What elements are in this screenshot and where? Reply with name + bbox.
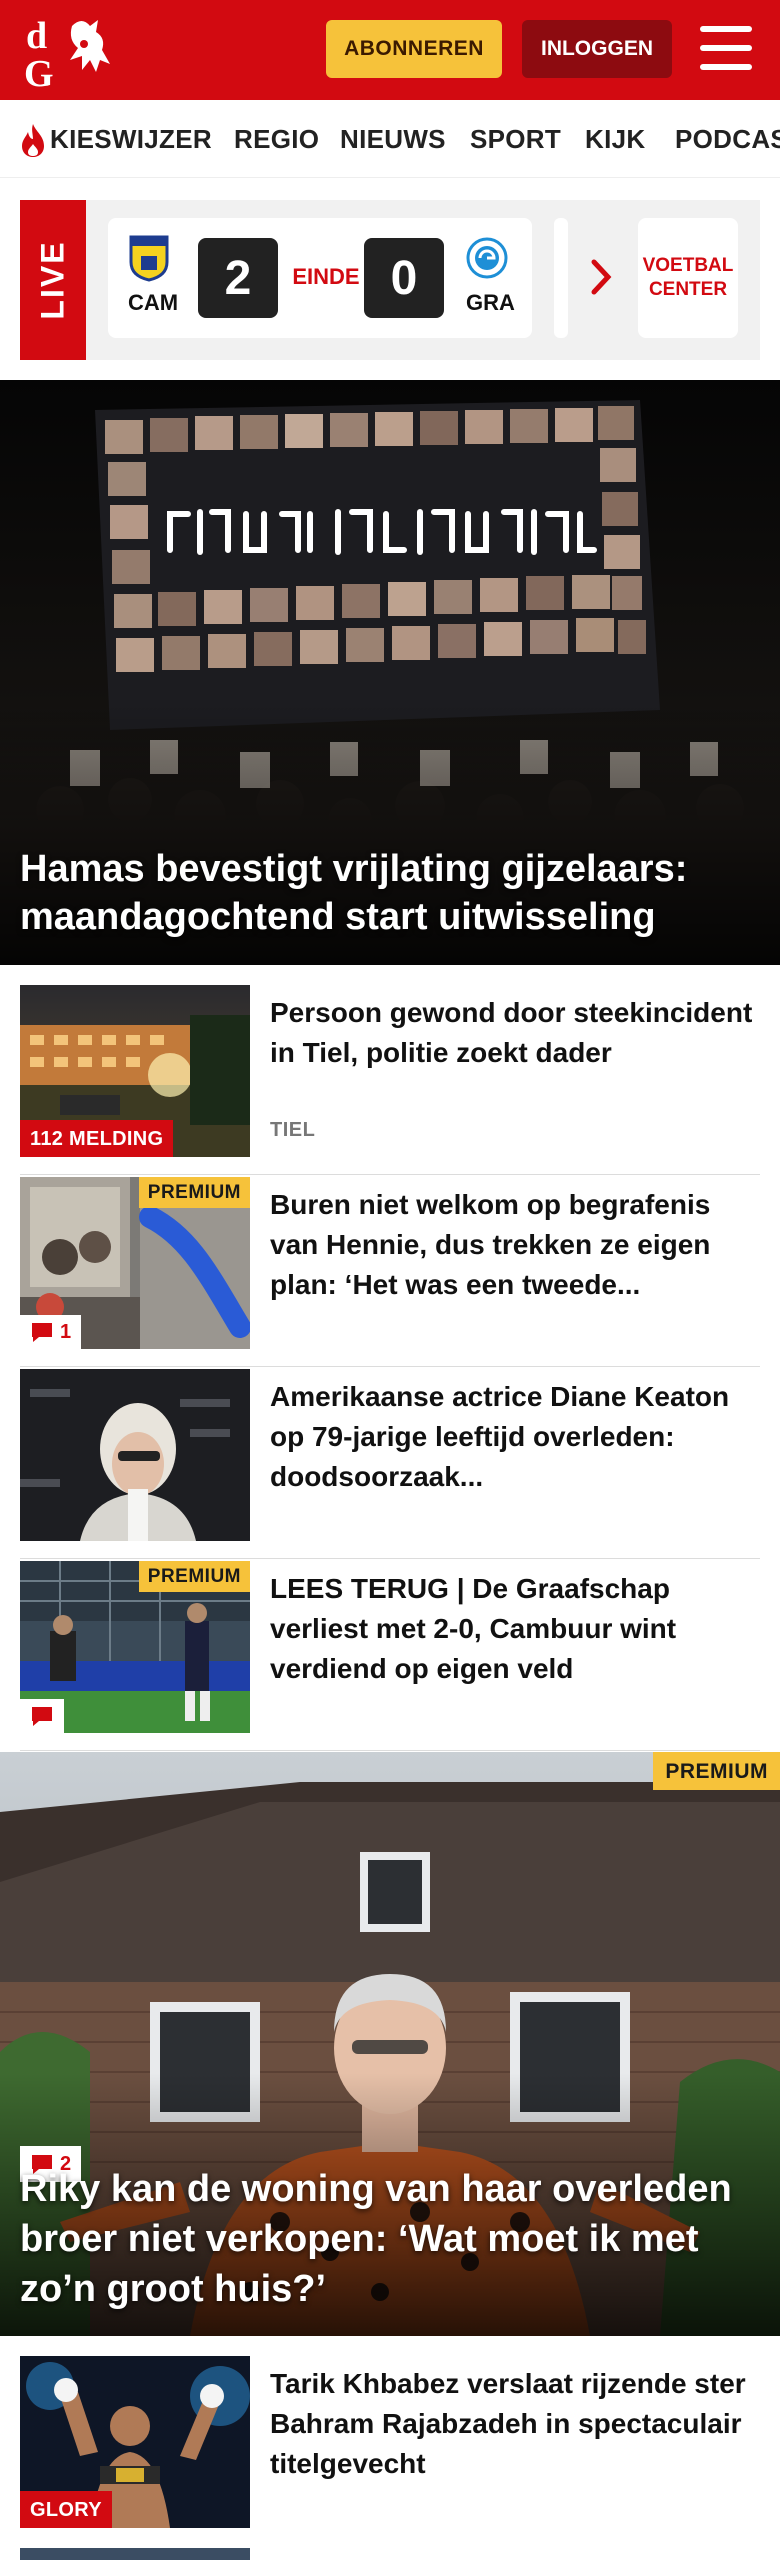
site-logo-icon[interactable]: d G	[22, 14, 118, 90]
article-title[interactable]: Amerikaanse actrice Diane Keaton op 79-j…	[270, 1377, 760, 1497]
svg-text:G: G	[24, 53, 54, 90]
nav-item-kieswijzer[interactable]: KIESWIJZER	[50, 124, 212, 155]
article-item[interactable]: Amerikaanse actrice Diane Keaton op 79-j…	[20, 1369, 760, 1559]
menu-icon[interactable]	[700, 26, 752, 70]
article-location: TIEL	[270, 1119, 316, 1141]
live-badge: LIVE	[20, 200, 86, 360]
chevron-right-icon[interactable]	[590, 258, 612, 296]
main-nav: KIESWIJZER REGIO NIEUWS SPORT KIJK PODCA…	[0, 100, 780, 178]
nav-item-kijk[interactable]: KIJK	[585, 124, 645, 155]
graafschap-crest-icon	[466, 237, 508, 279]
category-tag: GLORY	[20, 2491, 112, 2528]
article-item[interactable]: PREMIUM 1 Buren niet welkom op begrafeni…	[20, 1177, 760, 1367]
card-separator	[554, 218, 568, 338]
comment-icon	[32, 1707, 52, 1726]
nav-item-nieuws[interactable]: NIEUWS	[340, 124, 446, 155]
subscribe-button[interactable]: ABONNEREN	[326, 20, 502, 78]
site-header: d G ABONNEREN INLOGGEN	[0, 0, 780, 100]
article-thumbnail	[20, 1369, 250, 1541]
nav-item-podcasts[interactable]: PODCAS	[675, 124, 780, 155]
nav-item-regio[interactable]: REGIO	[234, 124, 319, 155]
svg-text:d: d	[26, 15, 47, 57]
feature-article[interactable]: PREMIUM 2 Riky kan de woning van haar ov…	[0, 1752, 780, 2336]
comment-count[interactable]	[20, 1699, 64, 1733]
feature-title[interactable]: Riky kan de woning van haar overleden br…	[20, 2164, 760, 2314]
match-card[interactable]: CAM 2 EINDE 0 GRA	[108, 218, 532, 338]
article-title[interactable]: Buren niet welkom op begrafenis van Henn…	[270, 1185, 760, 1305]
article-item[interactable]: GLORY Tarik Khbabez verslaat rijzende st…	[20, 2356, 760, 2546]
nav-item-sport[interactable]: SPORT	[470, 124, 561, 155]
article-thumbnail: PREMIUM 1	[20, 1177, 250, 1349]
article-title[interactable]: Persoon gewond door steekinci­dent in Ti…	[270, 993, 760, 1073]
article-thumbnail: 112 MELDING	[20, 985, 250, 1157]
premium-badge: PREMIUM	[138, 1177, 250, 1208]
comment-count-value: 1	[60, 1320, 72, 1343]
away-score: 0	[364, 238, 444, 318]
category-tag: 112 MELDING	[20, 1120, 174, 1157]
voetbal-center-link[interactable]: VOETBAL CENTER	[638, 218, 738, 338]
next-article-thumbnail	[20, 2548, 250, 2560]
hero-article[interactable]: Hamas bevestigt vrijlating gijzelaars: m…	[0, 380, 780, 965]
home-team-abbr: CAM	[128, 290, 179, 315]
match-status: EINDE	[292, 264, 360, 289]
cambuur-crest-icon	[129, 235, 169, 282]
article-thumbnail: GLORY	[20, 2356, 250, 2528]
article-title[interactable]: Tarik Khbabez verslaat rijzende ster Bah…	[270, 2364, 760, 2484]
flame-icon	[22, 124, 44, 157]
premium-badge: PREMIUM	[138, 1561, 250, 1592]
premium-badge: PREMIUM	[653, 1752, 780, 1790]
live-scores-bar: LIVE CAM 2 EINDE 0 GRA VOETBAL CENTER	[20, 200, 760, 360]
login-button[interactable]: INLOGGEN	[522, 20, 672, 78]
hero-title[interactable]: Hamas bevestigt vrijlating gijzelaars: m…	[20, 845, 760, 941]
article-item[interactable]: PREMIUM LEES TERUG | De Graafschap verli…	[20, 1561, 760, 1751]
comment-count[interactable]: 1	[20, 1315, 82, 1349]
home-score: 2	[198, 238, 278, 318]
comment-icon	[32, 1323, 52, 1342]
away-team-abbr: GRA	[466, 290, 515, 315]
article-title[interactable]: LEES TERUG | De Graafschap verliest met …	[270, 1569, 760, 1689]
live-label: LIVE	[34, 240, 71, 320]
article-thumbnail: PREMIUM	[20, 1561, 250, 1733]
article-item[interactable]: 112 MELDING Persoon gewond door steekinc…	[20, 985, 760, 1175]
